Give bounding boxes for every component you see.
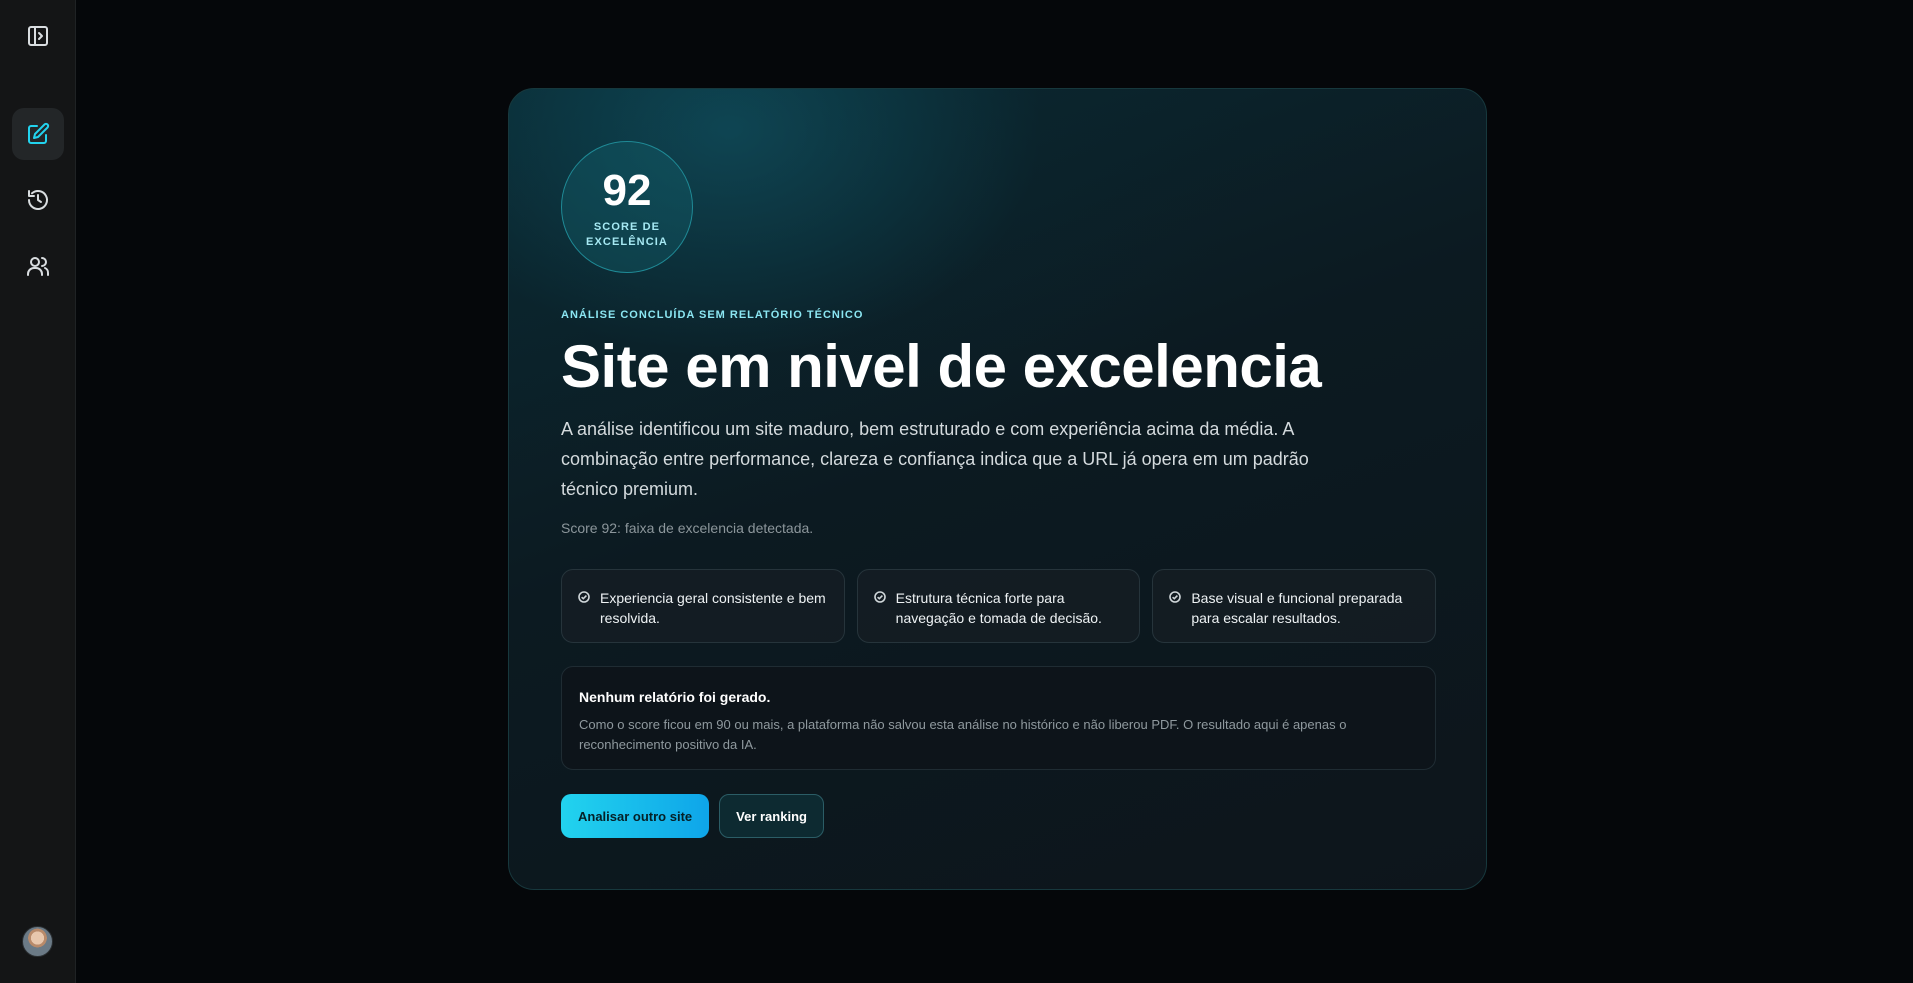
score-label: SCORE DE EXCELÊNCIA (586, 221, 668, 248)
history-icon (28, 190, 48, 210)
status-eyebrow: ANÁLISE CONCLUÍDA SEM RELATÓRIO TÉCNICO (561, 309, 864, 321)
no-report-notice: Nenhum relatório foi gerado. Como o scor… (561, 666, 1436, 770)
sidebar (0, 0, 76, 983)
user-avatar[interactable] (22, 926, 53, 957)
feature-item: Experiencia geral consistente e bem reso… (561, 569, 845, 643)
feature-item: Estrutura técnica forte para navegação e… (856, 569, 1141, 643)
action-bar: Analisar outro site Ver ranking (561, 794, 824, 838)
page-title: Site em nivel de excelencia (561, 333, 1322, 400)
view-ranking-button[interactable]: Ver ranking (719, 794, 824, 838)
notice-text: Como o score ficou em 90 ou mais, a plat… (579, 717, 1347, 752)
feature-text: Base visual e funcional preparada para e… (1191, 590, 1403, 626)
feature-text: Experiencia geral consistente e bem reso… (600, 590, 826, 626)
feature-item: Base visual e funcional preparada para e… (1152, 569, 1437, 643)
notice-title: Nenhum relatório foi gerado. (579, 689, 771, 705)
check-circle-icon (578, 590, 590, 603)
users-button[interactable] (12, 240, 64, 292)
edit-icon (28, 122, 50, 144)
feature-text: Estrutura técnica forte para navegação e… (895, 590, 1102, 626)
score-value: 92 (602, 166, 652, 215)
feature-list: Experiencia geral consistente e bem reso… (561, 569, 1437, 643)
main-area: 92 SCORE DE EXCELÊNCIA ANÁLISE CONCLUÍDA… (77, 0, 1913, 983)
check-circle-icon (1169, 590, 1182, 603)
score-badge: 92 SCORE DE EXCELÊNCIA (561, 141, 693, 273)
new-analysis-button[interactable] (12, 108, 64, 160)
result-description: A análise identificou um site maduro, be… (561, 419, 1309, 499)
analyze-another-site-button[interactable]: Analisar outro site (561, 794, 710, 838)
score-note: Score 92: faixa de excelencia detectada. (561, 520, 814, 536)
panel-toggle-icon (28, 26, 48, 46)
check-circle-icon (873, 590, 886, 603)
users-icon (27, 257, 49, 276)
history-button[interactable] (12, 174, 64, 226)
toggle-sidebar-button[interactable] (12, 10, 64, 62)
result-card: 92 SCORE DE EXCELÊNCIA ANÁLISE CONCLUÍDA… (508, 88, 1487, 890)
